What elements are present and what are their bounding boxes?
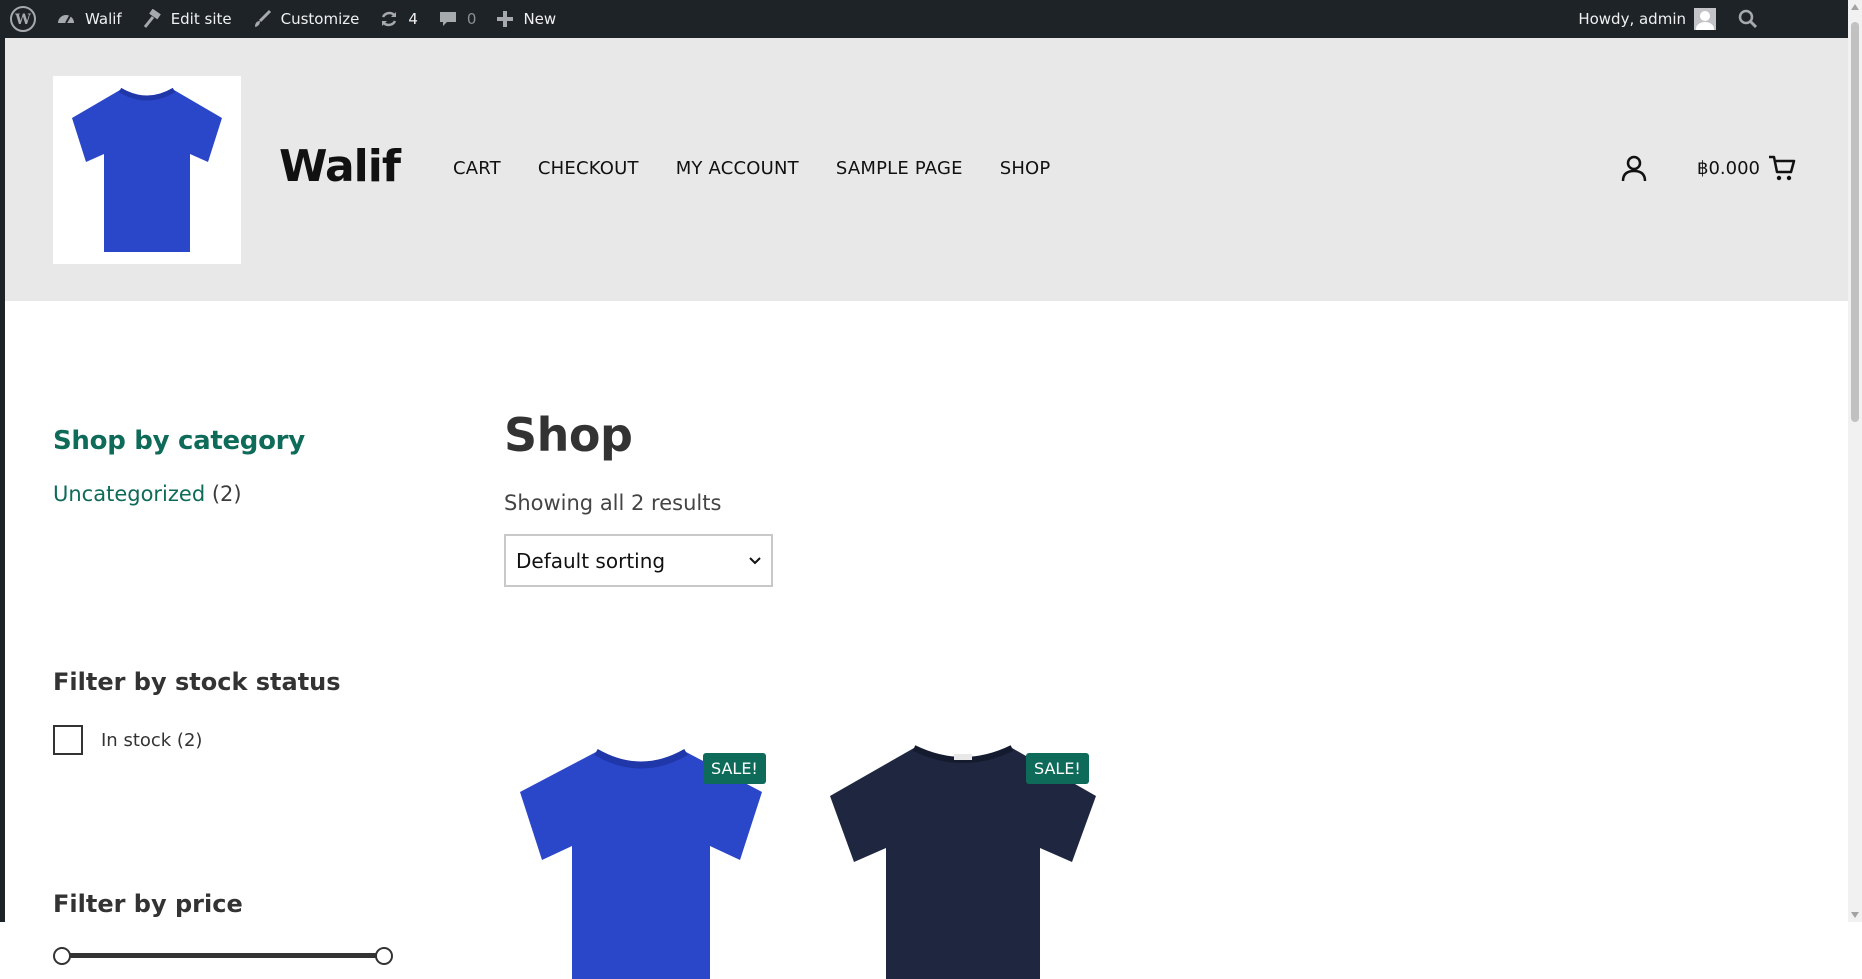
greeting-label: Howdy, admin (1578, 10, 1686, 28)
admin-search-button[interactable] (1728, 0, 1848, 38)
price-slider-track[interactable] (61, 953, 383, 958)
product-card[interactable]: SALE! (826, 734, 1101, 979)
product-card[interactable]: SALE! (504, 734, 779, 979)
price-max-handle[interactable] (375, 947, 393, 965)
cart-amount: ฿0.000 (1697, 157, 1760, 179)
my-account-menu[interactable]: Howdy, admin (1568, 0, 1728, 38)
edit-site-label: Edit site (170, 10, 232, 28)
category-link-uncategorized[interactable]: Uncategorized (53, 482, 205, 506)
shopping-cart-icon (1768, 155, 1796, 181)
category-item: Uncategorized (2) (53, 482, 413, 506)
chevron-down-icon (749, 556, 761, 564)
nav-item-checkout[interactable]: CHECKOUT (538, 158, 639, 179)
stock-filter-option[interactable]: In stock (2) (53, 725, 202, 755)
sorting-selected-value: Default sorting (516, 548, 666, 573)
customize-button[interactable]: Customize (242, 0, 370, 38)
comments-button[interactable]: 0 (428, 0, 487, 38)
paintbrush-icon (254, 9, 271, 27)
primary-navigation: CART CHECKOUT MY ACCOUNT SAMPLE PAGE SHO… (453, 158, 1087, 179)
shop-sidebar: Shop by category Uncategorized (2) Filte… (53, 426, 413, 965)
edit-site-button[interactable]: Edit site (132, 0, 242, 38)
updates-button[interactable]: 4 (369, 0, 428, 38)
comments-count: 0 (466, 10, 477, 28)
site-name-menu[interactable]: Walif (46, 0, 132, 38)
scroll-up-arrow-icon[interactable] (1851, 4, 1859, 10)
page-title: Shop (504, 408, 633, 462)
result-count: Showing all 2 results (504, 491, 722, 515)
site-name-label: Walif (85, 10, 122, 28)
scrollbar-thumb[interactable] (1851, 22, 1859, 422)
sale-badge: SALE! (1026, 753, 1089, 784)
product-grid: SALE! SALE! (504, 734, 1148, 979)
customize-label: Customize (280, 10, 360, 28)
sale-badge: SALE! (703, 753, 766, 784)
category-widget-title: Shop by category (53, 426, 305, 456)
updates-count: 4 (408, 10, 418, 28)
nav-item-sample-page[interactable]: SAMPLE PAGE (836, 158, 963, 179)
wordpress-icon: W (10, 6, 36, 32)
user-icon (1621, 155, 1647, 182)
hammer-icon (143, 9, 161, 28)
page-frame: Walif CART CHECKOUT MY ACCOUNT SAMPLE PA… (0, 38, 1848, 979)
blue-tshirt-logo-icon (72, 87, 222, 252)
site-logo[interactable] (53, 76, 241, 264)
in-stock-checkbox[interactable] (53, 725, 83, 755)
new-label: New (523, 10, 557, 28)
nav-item-cart[interactable]: CART (453, 158, 501, 179)
svg-text:W: W (14, 12, 31, 28)
mini-cart-button[interactable]: ฿0.000 (1697, 154, 1796, 182)
in-stock-label: In stock (2) (101, 729, 203, 751)
comment-icon (439, 12, 456, 26)
dashboard-icon (58, 15, 74, 24)
nav-item-shop[interactable]: SHOP (1000, 158, 1051, 179)
stock-widget-title: Filter by stock status (53, 668, 341, 696)
sorting-select[interactable]: Default sorting (504, 534, 773, 587)
price-range-slider[interactable] (53, 947, 393, 965)
scroll-down-arrow-icon[interactable] (1851, 912, 1859, 918)
new-content-button[interactable]: New (486, 0, 566, 38)
avatar (1694, 8, 1716, 30)
search-icon (1738, 9, 1758, 29)
wordpress-logo-button[interactable]: W (0, 0, 46, 38)
site-title[interactable]: Walif (279, 141, 401, 192)
nav-item-my-account[interactable]: MY ACCOUNT (676, 158, 799, 179)
page-scrollbar[interactable] (1848, 0, 1862, 922)
price-widget-title: Filter by price (53, 890, 243, 918)
account-button[interactable] (1621, 155, 1647, 187)
site-header: Walif CART CHECKOUT MY ACCOUNT SAMPLE PA… (5, 38, 1848, 301)
price-min-handle[interactable] (53, 947, 71, 965)
plus-icon (497, 11, 514, 27)
category-count: (2) (211, 482, 242, 506)
admin-bar: W Walif Edit site Customize 4 0 New Howd… (0, 0, 1848, 38)
updates-icon (382, 11, 397, 27)
shop-main: Shop Showing all 2 results Default sorti… (504, 408, 1804, 979)
